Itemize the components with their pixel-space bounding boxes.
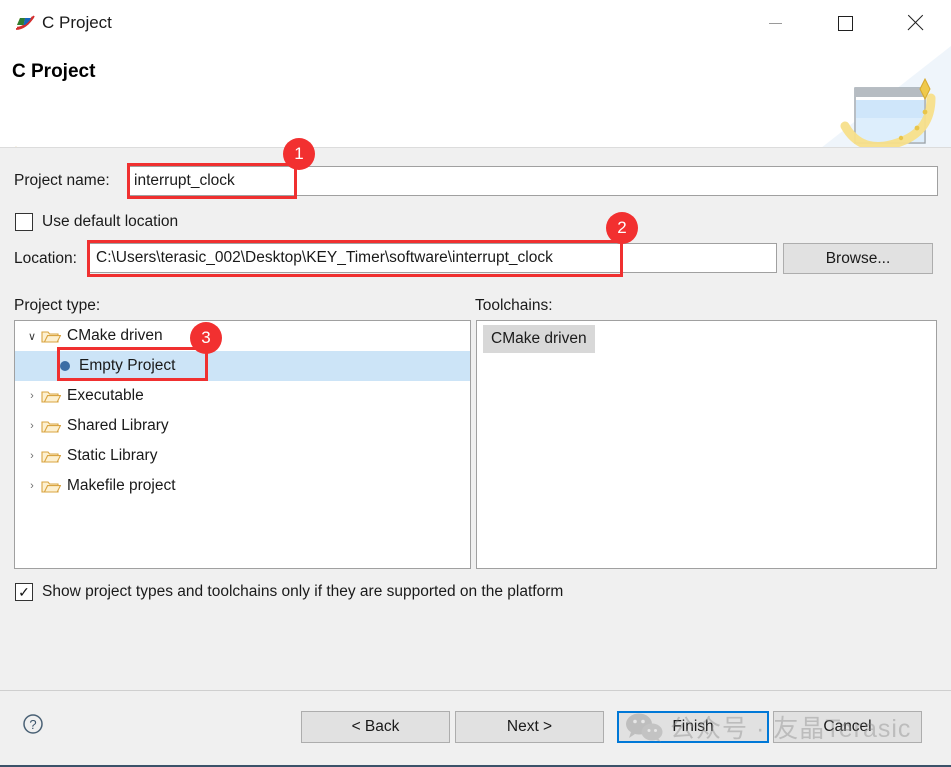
tree-item-makefile-project[interactable]: › Makefile project	[15, 471, 470, 501]
next-button[interactable]: Next >	[455, 711, 604, 743]
close-button[interactable]	[892, 0, 938, 46]
minimize-icon	[768, 22, 782, 24]
use-default-location-label: Use default location	[42, 213, 179, 230]
folder-icon	[41, 479, 62, 494]
tree-item-empty-project[interactable]: Empty Project	[15, 351, 470, 381]
chevron-down-icon[interactable]: ∨	[23, 330, 41, 343]
maximize-icon	[837, 15, 853, 31]
browse-button[interactable]: Browse...	[783, 243, 933, 274]
tree-item-label: Executable	[67, 387, 144, 404]
folder-icon	[41, 419, 62, 434]
use-default-location-checkbox[interactable]: Use default location	[15, 213, 178, 231]
chevron-right-icon[interactable]: ›	[23, 480, 41, 492]
annotation-badge-3: 3	[190, 322, 222, 354]
window-titlebar: C Project	[0, 0, 951, 46]
finish-button[interactable]: Finish	[617, 711, 769, 743]
tree-item-label: Empty Project	[79, 357, 176, 374]
tree-item-cmake-driven[interactable]: ∨ CMake driven	[15, 321, 470, 351]
project-name-label: Project name:	[14, 172, 110, 189]
chevron-right-icon[interactable]: ›	[23, 390, 41, 402]
project-template-icon	[60, 361, 70, 371]
cancel-button[interactable]: Cancel	[773, 711, 922, 743]
project-type-label: Project type:	[14, 297, 101, 314]
toolchain-item-cmake-driven[interactable]: CMake driven	[483, 325, 595, 353]
tree-item-static-library[interactable]: › Static Library	[15, 441, 470, 471]
help-icon[interactable]: ?	[22, 713, 44, 735]
close-icon	[906, 14, 924, 32]
checkbox-box-show-supported: ✓	[15, 583, 33, 601]
chevron-right-icon[interactable]: ›	[23, 420, 41, 432]
tree-item-label: Makefile project	[67, 477, 176, 494]
tree-item-executable[interactable]: › Executable	[15, 381, 470, 411]
toolchains-list[interactable]: CMake driven	[476, 320, 937, 569]
toolchains-label: Toolchains:	[475, 297, 553, 314]
new-project-wizard-icon	[821, 46, 951, 148]
project-type-tree[interactable]: ∨ CMake driven Empty Project › Executabl…	[14, 320, 471, 569]
checkbox-box-default-location	[15, 213, 33, 231]
annotation-badge-2: 2	[606, 212, 638, 244]
folder-icon	[41, 329, 62, 344]
dialog-header: C Project Directory with specified name …	[0, 46, 951, 148]
window-title: C Project	[42, 13, 112, 32]
svg-text:?: ?	[29, 717, 36, 732]
minimize-button[interactable]	[752, 0, 798, 46]
annotation-badge-1: 1	[283, 138, 315, 170]
chevron-right-icon[interactable]: ›	[23, 450, 41, 462]
tree-item-shared-library[interactable]: › Shared Library	[15, 411, 470, 441]
show-supported-label: Show project types and toolchains only i…	[42, 583, 564, 600]
folder-icon	[41, 449, 62, 464]
back-button[interactable]: < Back	[301, 711, 450, 743]
c-project-dialog: C Project C Project Directory with speci…	[0, 0, 951, 767]
tree-item-label: Static Library	[67, 447, 158, 464]
location-label: Location:	[14, 250, 77, 267]
folder-icon	[41, 389, 62, 404]
page-title: C Project	[12, 61, 96, 82]
location-input[interactable]: C:\Users\terasic_002\Desktop\KEY_Timer\s…	[89, 243, 777, 273]
tree-item-label: CMake driven	[67, 327, 163, 344]
project-name-input[interactable]: interrupt_clock	[127, 166, 938, 196]
eclipse-c-project-icon	[14, 12, 36, 34]
show-supported-checkbox[interactable]: ✓ Show project types and toolchains only…	[15, 583, 563, 601]
tree-item-label: Shared Library	[67, 417, 169, 434]
maximize-button[interactable]	[822, 0, 868, 46]
